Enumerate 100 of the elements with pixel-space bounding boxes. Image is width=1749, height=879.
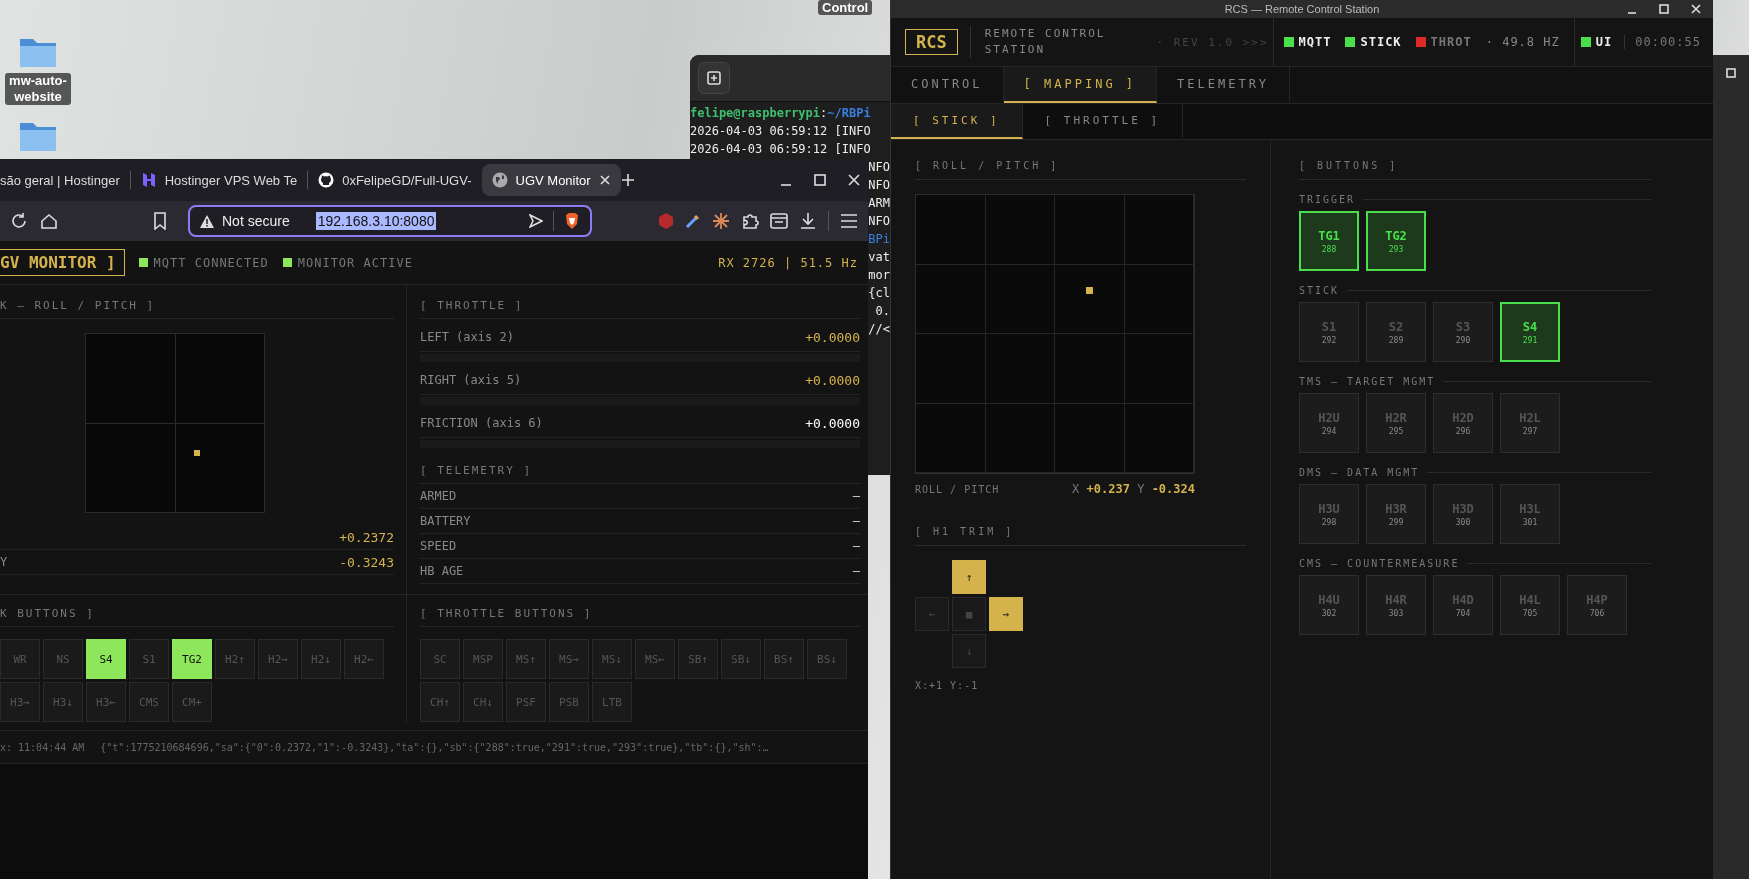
mapping-button[interactable]: H3U 298 bbox=[1299, 484, 1359, 544]
window-title: RCS — Remote Control Station bbox=[1224, 3, 1380, 15]
app-logo: RCS bbox=[905, 29, 958, 55]
nav-tab[interactable]: [ MAPPING ] bbox=[1003, 67, 1158, 103]
status-label: MQTT bbox=[1298, 35, 1332, 49]
log-line: 2026-04-03 06:59:12 [INFO bbox=[690, 123, 872, 140]
telemetry-label: BATTERY bbox=[420, 514, 471, 528]
axis-value: -0.3243 bbox=[339, 554, 394, 570]
log-fragment: {cl bbox=[868, 286, 890, 300]
status-label: MQTT CONNECTED bbox=[153, 255, 269, 270]
nav-tab[interactable]: TELEMETRY bbox=[1157, 67, 1291, 103]
axis-value: +0.0000 bbox=[805, 372, 860, 388]
url-text: 192.168.3.10:8080 bbox=[315, 212, 437, 230]
mapping-button[interactable]: H3R 299 bbox=[1366, 484, 1426, 544]
mapping-button[interactable]: S4 bbox=[86, 639, 126, 679]
timestamp: x: 11:04:44 AM bbox=[0, 741, 85, 753]
maximize-icon[interactable] bbox=[1726, 68, 1736, 78]
cat-logo-icon bbox=[318, 172, 335, 188]
starburst-icon[interactable] bbox=[712, 212, 730, 230]
axis-label: LEFT (axis 2) bbox=[420, 330, 514, 344]
section-title: K BUTTONS ] bbox=[0, 607, 394, 627]
close-icon[interactable] bbox=[598, 174, 611, 186]
log-fragment: ARM bbox=[868, 196, 890, 210]
mapping-button[interactable]: S3 290 bbox=[1433, 302, 1493, 362]
mapping-button[interactable]: TG2 bbox=[172, 639, 212, 679]
window-icon[interactable] bbox=[770, 213, 788, 229]
close-icon[interactable] bbox=[848, 174, 860, 186]
mapping-button[interactable]: TG2 293 bbox=[1366, 211, 1426, 271]
plus-icon[interactable] bbox=[620, 173, 635, 187]
dpad-key[interactable]: ↑ bbox=[952, 560, 986, 594]
log-line: 2026-04-03 06:59:12 [INFO bbox=[690, 141, 872, 158]
puzzle-icon[interactable] bbox=[741, 212, 759, 230]
path-fragment: BPi bbox=[868, 232, 890, 246]
mapping-button[interactable]: H4L 705 bbox=[1500, 575, 1560, 635]
log-fragment: //< bbox=[868, 322, 890, 336]
browser-tab[interactable]: são geral | Hostinger bbox=[0, 164, 130, 196]
section-title: [ THROTTLE ] bbox=[420, 299, 860, 319]
send-icon[interactable] bbox=[529, 214, 543, 228]
maximize-icon[interactable] bbox=[1659, 4, 1669, 14]
sub-tab[interactable]: [ STICK ] bbox=[891, 104, 1023, 139]
rate-label: · 49.8 HZ bbox=[1485, 35, 1560, 49]
mapping-button[interactable]: H2D 296 bbox=[1433, 393, 1493, 453]
trim-readout: X:+1 Y:-1 bbox=[915, 680, 980, 691]
group-label: TMS — TARGET MGMT bbox=[1299, 376, 1436, 387]
reload-icon[interactable] bbox=[10, 212, 28, 230]
security-label: Not secure bbox=[222, 213, 290, 229]
axis-value: +0.2372 bbox=[339, 529, 394, 545]
mapping-button[interactable]: H2U 294 bbox=[1299, 393, 1359, 453]
telemetry-label: SPEED bbox=[420, 539, 457, 553]
browser-tab[interactable]: UGV Monitor bbox=[481, 164, 621, 196]
telemetry-label: ARMED bbox=[420, 489, 457, 503]
log-fragment: mor bbox=[868, 268, 890, 282]
app-title: GV MONITOR ] bbox=[0, 249, 125, 276]
log-fragment: 0. bbox=[875, 304, 890, 318]
mapping-button[interactable]: H4R 303 bbox=[1366, 575, 1426, 635]
xy-readout: X +0.237 Y -0.324 bbox=[1072, 482, 1195, 496]
close-icon[interactable] bbox=[1691, 4, 1701, 14]
rx-stats: RX 2726 | 51.5 Hz bbox=[718, 255, 859, 270]
bookmark-icon[interactable] bbox=[152, 212, 168, 230]
prompt-line: felipe@raspberrypi:~/RBPi bbox=[690, 105, 872, 122]
telemetry-value: — bbox=[852, 489, 860, 503]
mapping-button[interactable]: TG1 288 bbox=[1299, 211, 1359, 271]
address-field[interactable]: Not secure 192.168.3.10:8080 bbox=[188, 205, 592, 237]
nav-tab[interactable]: CONTROL bbox=[891, 67, 1004, 103]
maximize-icon[interactable] bbox=[814, 174, 826, 186]
dpad-key[interactable]: → bbox=[989, 597, 1023, 631]
group-label: DMS — DATA MGMT bbox=[1299, 467, 1420, 478]
mapping-button[interactable]: H4U 302 bbox=[1299, 575, 1359, 635]
browser-tab[interactable]: 0xFelipeGD/Full-UGV- bbox=[308, 164, 482, 196]
lion-shield-icon[interactable] bbox=[564, 212, 580, 230]
mapping-button[interactable]: H2R 295 bbox=[1366, 393, 1426, 453]
browser-tab[interactable]: Hostinger VPS Web Te bbox=[130, 164, 308, 196]
axis-value: +0.0000 bbox=[805, 415, 860, 431]
plot-caption: ROLL / PITCH bbox=[915, 483, 1000, 495]
mapping-button[interactable]: S2 289 bbox=[1366, 302, 1426, 362]
telemetry-value: — bbox=[852, 514, 860, 528]
menu-icon[interactable] bbox=[840, 214, 858, 228]
log-fragment: NFO bbox=[868, 214, 890, 228]
mapping-button[interactable]: S4 291 bbox=[1500, 302, 1560, 362]
payload-text: {"t":1775210684696,"sa":{"0":0.2372,"1":-0.3243},"ta":{},"sb":{"288":true,"291":true,"293":true},"tb":{},"sh":… bbox=[100, 741, 769, 753]
mapping-button[interactable]: H3D 300 bbox=[1433, 484, 1493, 544]
mapping-button[interactable]: S1 292 bbox=[1299, 302, 1359, 362]
telemetry-value: — bbox=[852, 539, 860, 553]
desktop-label: Control bbox=[818, 0, 873, 15]
section-title: [ ROLL / PITCH ] bbox=[915, 160, 1246, 180]
globe-icon bbox=[491, 172, 508, 188]
plus-icon[interactable] bbox=[707, 71, 721, 85]
download-icon[interactable] bbox=[799, 212, 817, 230]
axis-label: RIGHT (axis 5) bbox=[420, 373, 522, 387]
mapping-button[interactable]: H3L 301 bbox=[1500, 484, 1560, 544]
mapping-button[interactable]: H2L 297 bbox=[1500, 393, 1560, 453]
log-fragment: NFO bbox=[868, 160, 890, 174]
icon-label: mw-auto-website bbox=[5, 73, 71, 105]
new-tab-button[interactable] bbox=[698, 62, 730, 94]
section-title: K — ROLL / PITCH ] bbox=[0, 299, 394, 319]
mapping-button[interactable]: H4P 706 bbox=[1567, 575, 1627, 635]
home-icon[interactable] bbox=[40, 212, 58, 230]
dropper-icon[interactable] bbox=[685, 213, 701, 229]
mapping-button[interactable]: H4D 704 bbox=[1433, 575, 1493, 635]
sub-tab[interactable]: [ THROTTLE ] bbox=[1022, 104, 1184, 139]
